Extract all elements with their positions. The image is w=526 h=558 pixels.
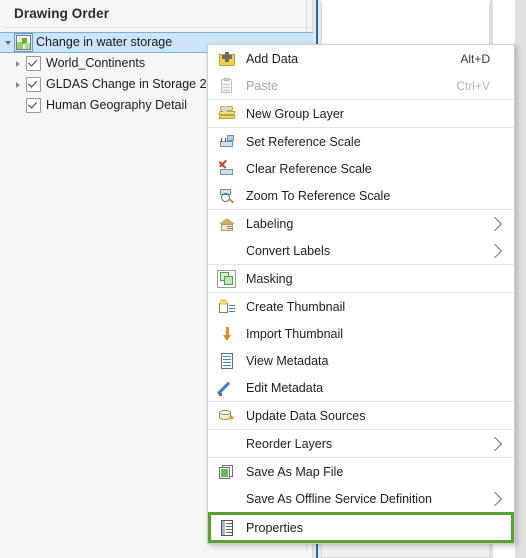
menu-item-add-data[interactable]: Add Data Alt+D: [208, 45, 514, 72]
menu-item-label: Import Thumbnail: [246, 326, 344, 341]
no-icon: [219, 243, 235, 259]
expander-expand-icon[interactable]: [10, 53, 26, 74]
menu-item-import-thumbnail[interactable]: Import Thumbnail: [208, 320, 514, 347]
chevron-right-icon: [487, 216, 503, 231]
menu-item-label: Save As Map File: [246, 464, 344, 479]
menu-item-label: Reorder Layers: [246, 436, 333, 451]
zoom-to-reference-scale-icon: [219, 188, 235, 204]
menu-item-label: New Group Layer: [246, 106, 344, 121]
menu-item-label: Zoom To Reference Scale: [246, 188, 391, 203]
view-metadata-icon: [219, 352, 235, 369]
menu-item-save-as-map-file[interactable]: Save As Map File: [208, 458, 514, 485]
menu-item-properties[interactable]: Properties: [208, 512, 514, 543]
layer-context-menu: Add Data Alt+D Paste Ctrl+V New Group La…: [207, 44, 515, 544]
menu-item-label: Add Data: [246, 51, 299, 66]
menu-item-label: Save As Offline Service Definition: [246, 491, 432, 506]
layer-visibility-checkbox[interactable]: [26, 56, 41, 71]
menu-item-masking[interactable]: Masking: [208, 265, 514, 292]
add-data-icon: [219, 51, 235, 67]
menu-item-label: Clear Reference Scale: [246, 161, 372, 176]
chevron-right-icon: [487, 243, 503, 258]
menu-item-set-reference-scale[interactable]: Set Reference Scale: [208, 128, 514, 155]
menu-item-view-metadata[interactable]: View Metadata: [208, 347, 514, 374]
menu-item-label: Labeling: [246, 216, 294, 231]
layer-label: GLDAS Change in Storage 200: [46, 77, 221, 91]
edit-metadata-icon: [216, 380, 235, 396]
menu-item-new-group-layer[interactable]: New Group Layer: [208, 100, 514, 127]
layer-label: World_Continents: [46, 56, 146, 70]
chevron-right-icon: [487, 436, 503, 451]
menu-item-update-data-sources[interactable]: ✦ Update Data Sources: [208, 402, 514, 429]
no-icon: [219, 436, 235, 452]
raster-layer-icon: [14, 33, 33, 52]
menu-item-edit-metadata[interactable]: Edit Metadata: [208, 374, 514, 401]
masking-icon: [217, 269, 236, 288]
menu-item-create-thumbnail[interactable]: Create Thumbnail: [208, 293, 514, 320]
map-panel-top: [321, 2, 490, 46]
menu-item-label: View Metadata: [246, 353, 329, 368]
menu-item-save-as-offline-service-definition[interactable]: Save As Offline Service Definition: [208, 485, 514, 512]
expander-collapse-icon[interactable]: [0, 32, 16, 53]
paste-icon: [219, 77, 235, 94]
update-data-sources-icon: ✦: [219, 408, 236, 424]
menu-item-label: Update Data Sources: [246, 408, 366, 423]
menu-item-label: Convert Labels: [246, 243, 331, 258]
set-reference-scale-icon: [219, 134, 235, 150]
import-thumbnail-icon: [219, 326, 235, 342]
layer-label: Change in water storage: [36, 35, 173, 49]
menu-item-label: Paste: [246, 78, 278, 93]
menu-item-label: Properties: [246, 520, 303, 535]
header-divider: [3, 27, 313, 28]
layer-label: Human Geography Detail: [46, 98, 188, 112]
panel-divider-top: [316, 0, 318, 47]
arcgis-pro-window: Drawing Order Change in water storage Wo…: [0, 0, 526, 558]
menu-item-label: Masking: [246, 271, 293, 286]
new-group-layer-icon: [218, 105, 236, 122]
menu-item-labeling[interactable]: Labeling: [208, 210, 514, 237]
save-as-map-file-icon: [219, 464, 235, 480]
menu-item-paste[interactable]: Paste Ctrl+V: [208, 72, 514, 99]
menu-item-shortcut: Ctrl+V: [456, 78, 490, 93]
layer-visibility-checkbox[interactable]: [26, 77, 41, 92]
create-thumbnail-icon: [219, 298, 235, 315]
page-title: Drawing Order: [14, 6, 110, 21]
menu-item-label: Create Thumbnail: [246, 299, 346, 314]
menu-item-zoom-to-reference-scale[interactable]: Zoom To Reference Scale: [208, 182, 514, 209]
labeling-icon: [219, 216, 235, 232]
menu-item-label: Edit Metadata: [246, 380, 324, 395]
menu-item-reorder-layers[interactable]: Reorder Layers: [208, 430, 514, 457]
menu-item-label: Set Reference Scale: [246, 134, 361, 149]
menu-item-convert-labels[interactable]: Convert Labels: [208, 237, 514, 264]
expander-expand-icon[interactable]: [10, 74, 26, 95]
menu-item-shortcut: Alt+D: [460, 51, 490, 66]
clear-reference-scale-icon: [218, 159, 235, 177]
no-icon: [219, 491, 235, 507]
chevron-right-icon: [487, 491, 503, 506]
layer-visibility-checkbox[interactable]: [26, 98, 41, 113]
menu-item-clear-reference-scale[interactable]: Clear Reference Scale: [208, 155, 514, 182]
properties-icon: [219, 519, 235, 536]
